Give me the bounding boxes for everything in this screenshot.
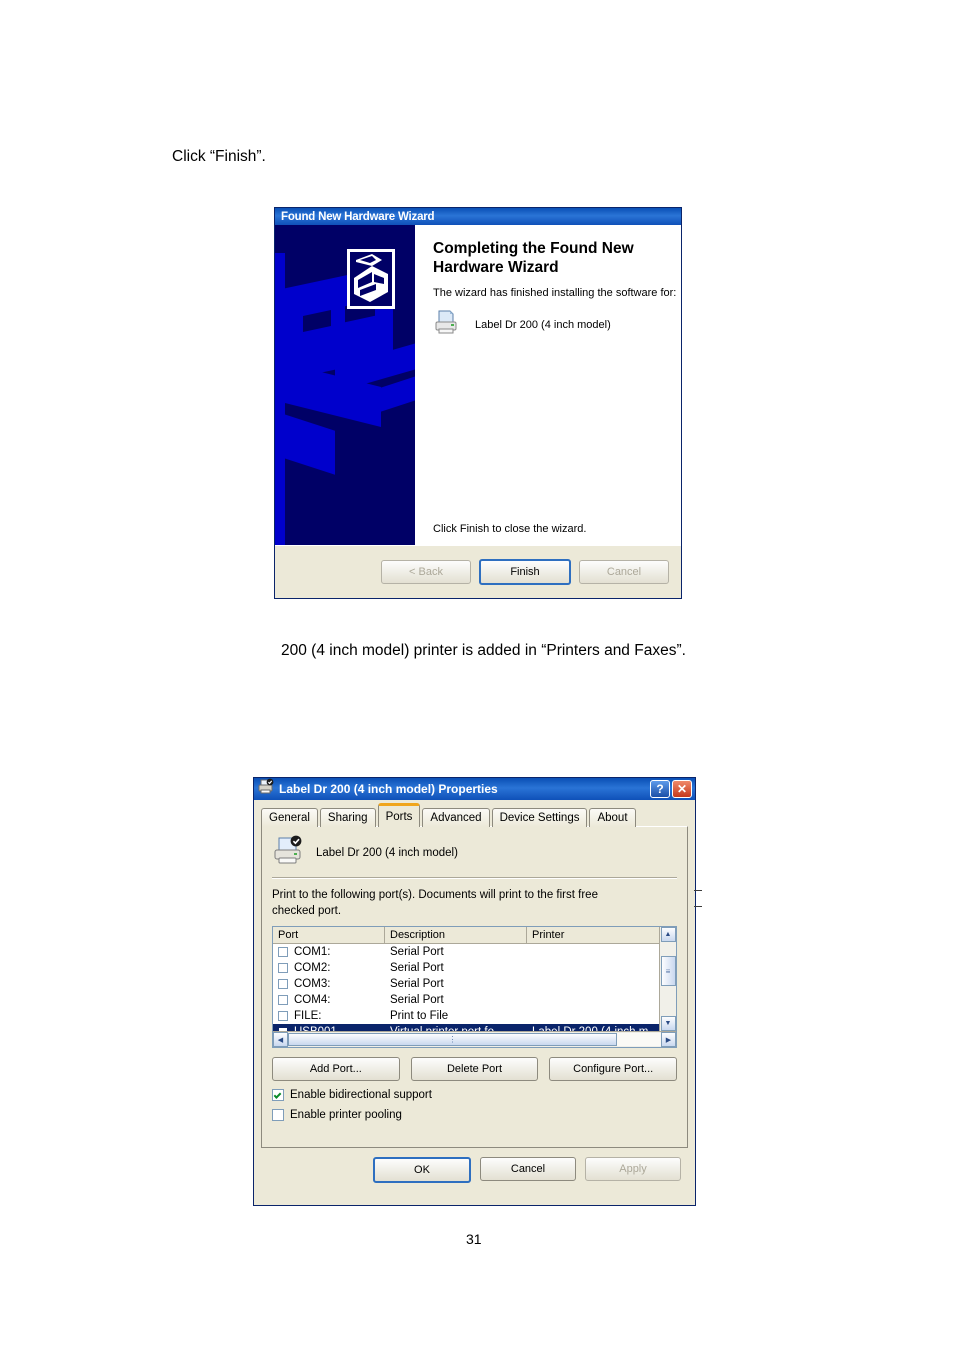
port-description: Serial Port bbox=[390, 994, 444, 1007]
port-checkbox[interactable] bbox=[278, 947, 288, 958]
port-checkbox[interactable] bbox=[278, 1027, 288, 1032]
tab-sharing[interactable]: Sharing bbox=[319, 808, 376, 827]
wizard-button-bar: < Back Finish Cancel bbox=[275, 545, 681, 598]
port-checkbox[interactable] bbox=[278, 963, 288, 974]
apply-button[interactable]: Apply bbox=[585, 1157, 681, 1181]
tab-about[interactable]: About bbox=[589, 808, 636, 827]
delete-port-button[interactable]: Delete Port bbox=[410, 1057, 539, 1082]
scroll-up-icon[interactable]: ▲ bbox=[660, 927, 676, 943]
properties-inner: General Sharing Ports Advanced Device Se… bbox=[254, 800, 695, 1190]
enable-bidirectional-support-row[interactable]: Enable bidirectional support bbox=[272, 1089, 677, 1102]
port-name: COM1: bbox=[294, 946, 331, 959]
tab-general[interactable]: General bbox=[261, 808, 318, 827]
port-name: COM2: bbox=[294, 962, 331, 975]
ports-list-columns: Port Description Printer COM1: Serial Po… bbox=[273, 927, 659, 1032]
port-checkbox[interactable] bbox=[278, 1011, 288, 1022]
wizard-title: Found New Hardware Wizard bbox=[281, 210, 435, 223]
horizontal-scrollbar-track[interactable] bbox=[617, 1033, 661, 1047]
finish-button[interactable]: Finish bbox=[479, 559, 571, 585]
port-description: Serial Port bbox=[390, 962, 444, 975]
enable-bidirectional-support-checkbox[interactable] bbox=[272, 1089, 284, 1102]
wizard-content-pane: Completing the Found New Hardware Wizard… bbox=[415, 225, 681, 545]
scroll-down-icon[interactable]: ▼ bbox=[660, 1016, 676, 1032]
cancel-button[interactable]: Cancel bbox=[480, 1157, 576, 1181]
tabstrip: General Sharing Ports Advanced Device Se… bbox=[261, 803, 688, 827]
port-action-buttons: Add Port... Delete Port Configure Port..… bbox=[272, 1057, 678, 1082]
printer-icon bbox=[257, 778, 274, 800]
print-to-ports-description: Print to the following port(s). Document… bbox=[272, 889, 598, 917]
column-header-port[interactable]: Port bbox=[273, 927, 385, 944]
horizontal-scrollbar[interactable]: ◀ ⋮ ▶ bbox=[273, 1031, 676, 1048]
port-name: COM4: bbox=[294, 994, 331, 1007]
tab-device-settings[interactable]: Device Settings bbox=[491, 808, 588, 827]
port-checkbox[interactable] bbox=[278, 995, 288, 1006]
ports-list-rows: COM1: Serial Port COM2: Serial Port COM3… bbox=[273, 944, 659, 1032]
port-name: COM3: bbox=[294, 978, 331, 991]
port-description: Serial Port bbox=[390, 946, 444, 959]
column-header-description[interactable]: Description bbox=[385, 927, 527, 944]
properties-title: Label Dr 200 (4 inch model) Properties bbox=[279, 782, 498, 796]
printer-icon bbox=[433, 309, 459, 340]
scroll-left-icon[interactable]: ◀ bbox=[273, 1032, 288, 1048]
close-icon[interactable]: ✕ bbox=[672, 780, 692, 798]
enable-printer-pooling-row[interactable]: Enable printer pooling bbox=[272, 1109, 677, 1122]
configure-port-button[interactable]: Configure Port... bbox=[549, 1057, 678, 1082]
divider bbox=[272, 877, 677, 879]
ok-button[interactable]: OK bbox=[373, 1157, 471, 1183]
table-row[interactable]: COM1: Serial Port bbox=[273, 944, 659, 960]
wizard-heading: Completing the Found New Hardware Wizard bbox=[433, 240, 634, 277]
port-name: FILE: bbox=[294, 1010, 322, 1023]
vertical-scrollbar-thumb[interactable]: ≡ bbox=[660, 956, 676, 987]
scan-artifact-line-2 bbox=[694, 906, 702, 907]
tab-advanced[interactable]: Advanced bbox=[422, 808, 490, 827]
port-description: Serial Port bbox=[390, 978, 444, 991]
ports-tab-panel: Label Dr 200 (4 inch model) Print to the… bbox=[261, 826, 688, 1148]
printer-name-label: Label Dr 200 (4 inch model) bbox=[316, 847, 458, 859]
enable-bidirectional-support-label: Enable bidirectional support bbox=[290, 1089, 432, 1102]
found-new-hardware-wizard-window: Found New Hardware Wizard Completing the… bbox=[274, 207, 682, 599]
printer-properties-window: Label Dr 200 (4 inch model) Properties ?… bbox=[253, 777, 702, 1206]
wizard-device-label: Label Dr 200 (4 inch model) bbox=[475, 318, 611, 331]
page-number: 31 bbox=[466, 1231, 482, 1247]
ports-listbox[interactable]: Port Description Printer COM1: Serial Po… bbox=[272, 926, 677, 1049]
scan-artifact-line-1 bbox=[694, 890, 702, 891]
enable-printer-pooling-label: Enable printer pooling bbox=[290, 1109, 402, 1122]
table-row[interactable]: COM2: Serial Port bbox=[273, 960, 659, 976]
horizontal-scrollbar-thumb[interactable]: ⋮ bbox=[288, 1033, 617, 1047]
tab-ports[interactable]: Ports bbox=[377, 803, 421, 827]
ports-list-main: Port Description Printer COM1: Serial Po… bbox=[273, 927, 676, 1032]
column-header-printer[interactable]: Printer bbox=[527, 927, 659, 944]
help-icon[interactable]: ? bbox=[650, 780, 670, 798]
wizard-subtext: The wizard has finished installing the s… bbox=[433, 287, 677, 299]
printer-icon bbox=[272, 835, 304, 872]
printer-header-row: Label Dr 200 (4 inch model) bbox=[272, 835, 677, 871]
printer-added-note: 200 (4 inch model) printer is added in “… bbox=[281, 642, 686, 659]
dialog-button-bar: OK Cancel Apply bbox=[261, 1148, 688, 1183]
table-row[interactable]: COM3: Serial Port bbox=[273, 976, 659, 992]
vertical-scrollbar[interactable]: ▲ ≡ ▼ bbox=[659, 927, 676, 1032]
table-row[interactable]: COM4: Serial Port bbox=[273, 992, 659, 1008]
port-checkbox[interactable] bbox=[278, 979, 288, 990]
wizard-device-row: Label Dr 200 (4 inch model) bbox=[433, 309, 611, 340]
add-port-button[interactable]: Add Port... bbox=[272, 1057, 400, 1082]
table-row[interactable]: FILE: Print to File bbox=[273, 1008, 659, 1024]
table-row[interactable]: USB001 Virtual printer port fo... Label … bbox=[273, 1024, 659, 1032]
wizard-side-panel-graphic bbox=[275, 225, 415, 545]
ports-list-header: Port Description Printer bbox=[273, 927, 659, 945]
enable-printer-pooling-checkbox[interactable] bbox=[272, 1109, 284, 1122]
back-button[interactable]: < Back bbox=[381, 560, 471, 584]
port-description: Print to File bbox=[390, 1010, 449, 1023]
properties-titlebar[interactable]: Label Dr 200 (4 inch model) Properties ?… bbox=[254, 778, 695, 800]
wizard-titlebar[interactable]: Found New Hardware Wizard bbox=[275, 208, 681, 225]
scroll-right-icon[interactable]: ▶ bbox=[661, 1032, 676, 1048]
wizard-body: Completing the Found New Hardware Wizard… bbox=[275, 225, 681, 545]
side-panel-plug-shape bbox=[363, 376, 415, 418]
hardware-device-icon bbox=[347, 249, 395, 309]
cancel-button[interactable]: Cancel bbox=[579, 560, 669, 584]
wizard-footnote: Click Finish to close the wizard. bbox=[433, 523, 587, 535]
instruction-text: Click “Finish”. bbox=[172, 148, 266, 165]
